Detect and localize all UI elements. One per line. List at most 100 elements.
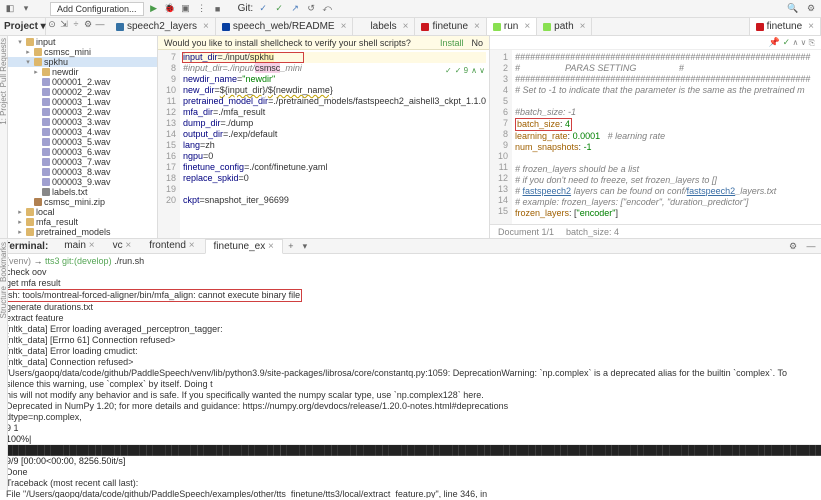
wav-icon [42, 118, 50, 126]
pull-requests-tool[interactable]: Pull Requests [0, 36, 8, 89]
banner-no-link[interactable]: No [471, 38, 483, 48]
chevron-down-icon[interactable]: ▾ [20, 3, 32, 15]
dir-icon [26, 228, 34, 236]
git-commit-icon[interactable]: ✓ [273, 3, 285, 15]
tree-item-pretrained_models[interactable]: ▸pretrained_models [8, 227, 157, 237]
tree-item-000003_7-wav[interactable]: 000003_7.wav [8, 157, 157, 167]
bookmarks-tool[interactable]: Bookmarks [0, 240, 8, 284]
txt-icon [42, 188, 50, 196]
editor-left: Would you like to install shellcheck to … [158, 36, 490, 238]
tree-item-000002_2-wav[interactable]: 000002_2.wav [8, 87, 157, 97]
code-body[interactable]: input_dir=./input/spkhu#input_dir=./inpu… [180, 50, 489, 238]
profile-icon[interactable]: ⋮ [196, 3, 208, 15]
terminal-tab-main[interactable]: main × [56, 239, 102, 254]
wav-icon [42, 108, 50, 116]
close-tab-icon[interactable]: × [403, 21, 409, 32]
tree-item-000003_9-wav[interactable]: 000003_9.wav [8, 177, 157, 187]
terminal-body[interactable]: (venv) → tts3 git:(develop) ./run.shchec… [0, 254, 821, 498]
settings-icon[interactable]: ⚙ [82, 18, 94, 30]
tree-item-000003_2-wav[interactable]: 000003_2.wav [8, 107, 157, 117]
gutter: 7891011121314151617181920 [158, 50, 180, 238]
tree-item-local[interactable]: ▸local [8, 207, 157, 217]
close-icon[interactable]: × [268, 241, 274, 252]
hide-icon[interactable]: — [94, 18, 106, 30]
dir-icon [34, 48, 42, 56]
select-open-icon[interactable]: ⊙ [46, 18, 58, 30]
terminal-tab-finetune_ex[interactable]: finetune_ex × [205, 239, 283, 254]
tree-item-000003_3-wav[interactable]: 000003_3.wav [8, 117, 157, 127]
terminal-tab-vc[interactable]: vc × [105, 239, 140, 254]
inspection-badge[interactable]: ✓✓ 9 ∧ ∨ [445, 66, 485, 75]
file-type-icon [421, 23, 429, 31]
wav-icon [42, 158, 50, 166]
collapse-icon[interactable]: ÷ [70, 18, 82, 30]
git-push-icon[interactable]: ↗ [289, 3, 301, 15]
hide-terminal-icon[interactable]: — [805, 240, 817, 252]
settings-icon[interactable]: ⚙ [805, 3, 817, 15]
project-icon[interactable]: ◧ [4, 3, 16, 15]
tree-item-000003_8-wav[interactable]: 000003_8.wav [8, 167, 157, 177]
tab-speech2_layers[interactable]: speech2_layers× [110, 18, 216, 35]
search-icon[interactable]: 🔍 [787, 3, 799, 15]
stop-icon[interactable]: ■ [212, 3, 224, 15]
tab-speech_web-README[interactable]: speech_web/README× [216, 18, 354, 35]
left-gutter: Pull Requests 1: Project [0, 36, 8, 238]
wav-icon [42, 88, 50, 96]
close-tab-icon[interactable]: × [808, 21, 814, 32]
close-tab-icon[interactable]: × [341, 21, 347, 32]
close-icon[interactable]: × [125, 240, 131, 251]
tree-item-labels-txt[interactable]: labels.txt [8, 187, 157, 197]
close-tab-icon[interactable]: × [203, 21, 209, 32]
tree-item-000001_2-wav[interactable]: 000001_2.wav [8, 77, 157, 87]
main-toolbar: ◧ ▾ Add Configuration... ▶ 🐞 ▣ ⋮ ■ Git: … [0, 0, 821, 18]
tree-item-000003_6-wav[interactable]: 000003_6.wav [8, 147, 157, 157]
project-tool-header[interactable]: Project ▾ [0, 18, 46, 35]
file-type-icon [359, 23, 367, 31]
banner-install-link[interactable]: Install [440, 38, 464, 48]
tab-labels[interactable]: labels× [353, 18, 415, 35]
tree-item-mfa_result[interactable]: ▸mfa_result [8, 217, 157, 227]
terminal-settings-icon[interactable]: ⚙ [787, 240, 799, 252]
git-history-icon[interactable]: ↺ [305, 3, 317, 15]
git-update-icon[interactable]: ✓ [257, 3, 269, 15]
tree-item-newdir[interactable]: ▸newdir [8, 67, 157, 77]
wav-icon [42, 128, 50, 136]
debug-icon[interactable]: 🐞 [164, 3, 176, 15]
tree-item-000003_5-wav[interactable]: 000003_5.wav [8, 137, 157, 147]
tree-item-000003_4-wav[interactable]: 000003_4.wav [8, 127, 157, 137]
project-tree[interactable]: ▾input▸csmsc_mini▾spkhu▸newdir000001_2.w… [8, 36, 158, 238]
close-tab-icon[interactable]: × [524, 21, 530, 32]
tree-item-csmsc_mini[interactable]: ▸csmsc_mini [8, 47, 157, 57]
pin-icon[interactable]: 📌 [768, 37, 780, 49]
expand-all-icon[interactable]: ⇲ [58, 18, 70, 30]
tree-item-input[interactable]: ▾input [8, 37, 157, 47]
tree-item-000003_1-wav[interactable]: 000003_1.wav [8, 97, 157, 107]
tab-finetune[interactable]: finetune× [750, 18, 821, 35]
file-type-icon [116, 23, 124, 31]
tab-path[interactable]: path× [537, 18, 592, 35]
run-icon[interactable]: ▶ [148, 3, 160, 15]
run-config-selector[interactable]: Add Configuration... [50, 2, 144, 16]
structure-tool[interactable]: Structure [0, 284, 8, 320]
coverage-icon[interactable]: ▣ [180, 3, 192, 15]
terminal-dropdown-icon[interactable]: ▾ [299, 240, 311, 252]
close-icon[interactable]: × [89, 240, 95, 251]
git-rollback-icon[interactable]: ⤺ [321, 3, 333, 15]
close-icon[interactable]: × [189, 240, 195, 251]
wav-icon [42, 168, 50, 176]
tab-finetune[interactable]: finetune× [415, 18, 486, 35]
file-type-icon [493, 23, 501, 31]
dir-icon [42, 68, 50, 76]
terminal-tab-frontend[interactable]: frontend × [141, 239, 202, 254]
wav-icon [42, 138, 50, 146]
banner-text: Would you like to install shellcheck to … [164, 38, 411, 48]
code-body[interactable]: ########################################… [512, 50, 821, 224]
close-tab-icon[interactable]: × [580, 21, 586, 32]
tab-run[interactable]: run× [487, 18, 537, 35]
close-tab-icon[interactable]: × [474, 21, 480, 32]
tree-item-csmsc_mini-zip[interactable]: csmsc_mini.zip [8, 197, 157, 207]
project-tool[interactable]: 1: Project [0, 89, 8, 127]
wav-icon [42, 78, 50, 86]
add-terminal-icon[interactable]: + [285, 240, 297, 252]
tree-item-spkhu[interactable]: ▾spkhu [8, 57, 157, 67]
